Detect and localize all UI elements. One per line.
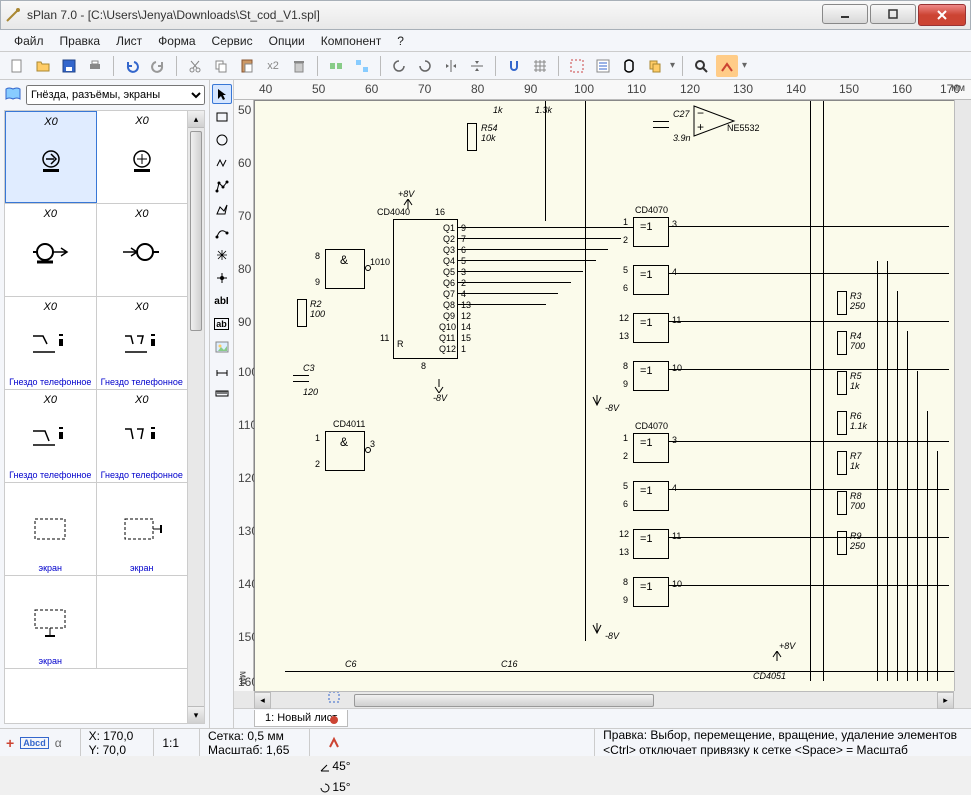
vertical-ruler: 50 60 70 80 90 100 110 120 130 140 150 1…: [234, 100, 254, 691]
component-item[interactable]: X0 Гнездо телефонное: [97, 297, 188, 389]
clone-button[interactable]: x2: [262, 55, 284, 77]
status-bar: + Abcd α X: 170,0 Y: 70,0 1:1 Сетка: 0,5…: [0, 728, 971, 756]
save-button[interactable]: [58, 55, 80, 77]
rotate-right-button[interactable]: [414, 55, 436, 77]
menu-component[interactable]: Компонент: [313, 32, 390, 50]
tool-text[interactable]: abI: [212, 291, 232, 311]
zoom-button[interactable]: [690, 55, 712, 77]
status-angle1[interactable]: 45°: [318, 759, 350, 774]
copy-button[interactable]: [210, 55, 232, 77]
svg-text:−: −: [697, 106, 704, 120]
menu-help[interactable]: ?: [389, 32, 412, 50]
maximize-button[interactable]: [870, 4, 916, 24]
tool-polygon1[interactable]: [212, 176, 232, 196]
menu-service[interactable]: Сервис: [204, 32, 261, 50]
component-item[interactable]: X0: [97, 111, 187, 203]
status-icon-alpha[interactable]: α: [55, 736, 62, 750]
status-help-line2: <Ctrl> отключает привязку к сетке <Space…: [603, 743, 957, 757]
component-panel: Гнёзда, разъёмы, экраны X0 X0 X0: [0, 80, 210, 728]
canvas-area: 40 50 60 70 80 90 100 110 120 130 140 15…: [234, 80, 971, 728]
menu-file[interactable]: Файл: [6, 32, 52, 50]
vertical-toolbar: abI ab: [210, 80, 234, 728]
component-item[interactable]: X0 Гнездо телефонное: [5, 297, 97, 389]
component-item[interactable]: X0: [97, 204, 188, 296]
component-item[interactable]: X0: [5, 111, 97, 203]
menu-options[interactable]: Опции: [261, 32, 313, 50]
status-help-line1: Правка: Выбор, перемещение, вращение, уд…: [603, 728, 957, 742]
canvas-hscroll[interactable]: ◂ ▸: [254, 691, 954, 708]
group-button[interactable]: [351, 55, 373, 77]
tool-textbox[interactable]: ab: [212, 314, 232, 334]
tool-node[interactable]: [212, 268, 232, 288]
delete-button[interactable]: [288, 55, 310, 77]
mirror-h-button[interactable]: [440, 55, 462, 77]
grid-button[interactable]: [529, 55, 551, 77]
paste-button[interactable]: [236, 55, 258, 77]
status-tool-icon[interactable]: [327, 713, 341, 730]
menu-edit[interactable]: Правка: [52, 32, 109, 50]
main-toolbar: x2 ▾ ▾: [0, 52, 971, 80]
menu-sheet[interactable]: Лист: [108, 32, 150, 50]
tool-rect[interactable]: [212, 107, 232, 127]
tool-measure[interactable]: [212, 360, 232, 380]
tool-image[interactable]: [212, 337, 232, 357]
cut-button[interactable]: [184, 55, 206, 77]
minimize-button[interactable]: [822, 4, 868, 24]
undo-button[interactable]: [121, 55, 143, 77]
dup-button[interactable]: [325, 55, 347, 77]
list-button[interactable]: [592, 55, 614, 77]
component-item[interactable]: X0 Гнездо телефонное: [97, 390, 188, 482]
component-scrollbar[interactable]: ▴ ▾: [188, 110, 205, 724]
window-title: sPlan 7.0 - [C:\Users\Jenya\Downloads\St…: [27, 8, 822, 22]
component-item[interactable]: экран: [97, 483, 188, 575]
app-icon: [5, 7, 21, 23]
menu-bar: Файл Правка Лист Форма Сервис Опции Комп…: [0, 30, 971, 52]
find-button[interactable]: [618, 55, 640, 77]
component-item[interactable]: экран: [5, 576, 97, 668]
new-button[interactable]: [6, 55, 28, 77]
tool-polygon2[interactable]: [212, 199, 232, 219]
component-item[interactable]: [97, 576, 188, 668]
redo-button[interactable]: [147, 55, 169, 77]
status-coord-y: Y: 70,0: [89, 743, 134, 757]
status-coord-x: X: 170,0: [89, 729, 134, 743]
horizontal-ruler: 40 50 60 70 80 90 100 110 120 130 140 15…: [234, 80, 971, 100]
canvas-vscroll[interactable]: [954, 100, 971, 691]
component-grid: X0 X0 X0 X0 X0: [4, 110, 188, 724]
tool-circle[interactable]: [212, 130, 232, 150]
component-item[interactable]: экран: [5, 483, 97, 575]
schematic-canvas[interactable]: R54 10k 1k 1.3k C27 3.9n −+ NE5532 +8V C…: [254, 100, 954, 691]
menu-form[interactable]: Форма: [150, 32, 203, 50]
print-button[interactable]: [84, 55, 106, 77]
status-tool-icon[interactable]: [327, 736, 341, 753]
category-select[interactable]: Гнёзда, разъёмы, экраны: [26, 85, 205, 105]
status-icon-plus[interactable]: +: [6, 735, 14, 751]
library-icon: [4, 86, 22, 105]
status-ratio: 1:1: [153, 729, 187, 756]
svg-text:+: +: [697, 120, 704, 134]
tool-bezier[interactable]: [212, 222, 232, 242]
tool-ruler[interactable]: [212, 383, 232, 403]
layers-button[interactable]: [644, 55, 666, 77]
special-button[interactable]: [716, 55, 738, 77]
status-icon-abcd[interactable]: Abcd: [20, 737, 49, 749]
tool-special[interactable]: [212, 245, 232, 265]
close-button[interactable]: [918, 4, 966, 26]
status-angle2[interactable]: 15°: [318, 780, 350, 795]
rotate-left-button[interactable]: [388, 55, 410, 77]
component-item[interactable]: X0 Гнездо телефонное: [5, 390, 97, 482]
sheet-tabs: 1: Новый лист: [234, 708, 971, 728]
title-bar: sPlan 7.0 - [C:\Users\Jenya\Downloads\St…: [0, 0, 971, 30]
tool-zigzag[interactable]: [212, 153, 232, 173]
snap-button[interactable]: [503, 55, 525, 77]
select-rect-button[interactable]: [566, 55, 588, 77]
component-item[interactable]: X0: [5, 204, 97, 296]
mirror-v-button[interactable]: [466, 55, 488, 77]
open-button[interactable]: [32, 55, 54, 77]
tool-pointer[interactable]: [212, 84, 232, 104]
main-area: Гнёзда, разъёмы, экраны X0 X0 X0: [0, 80, 971, 728]
